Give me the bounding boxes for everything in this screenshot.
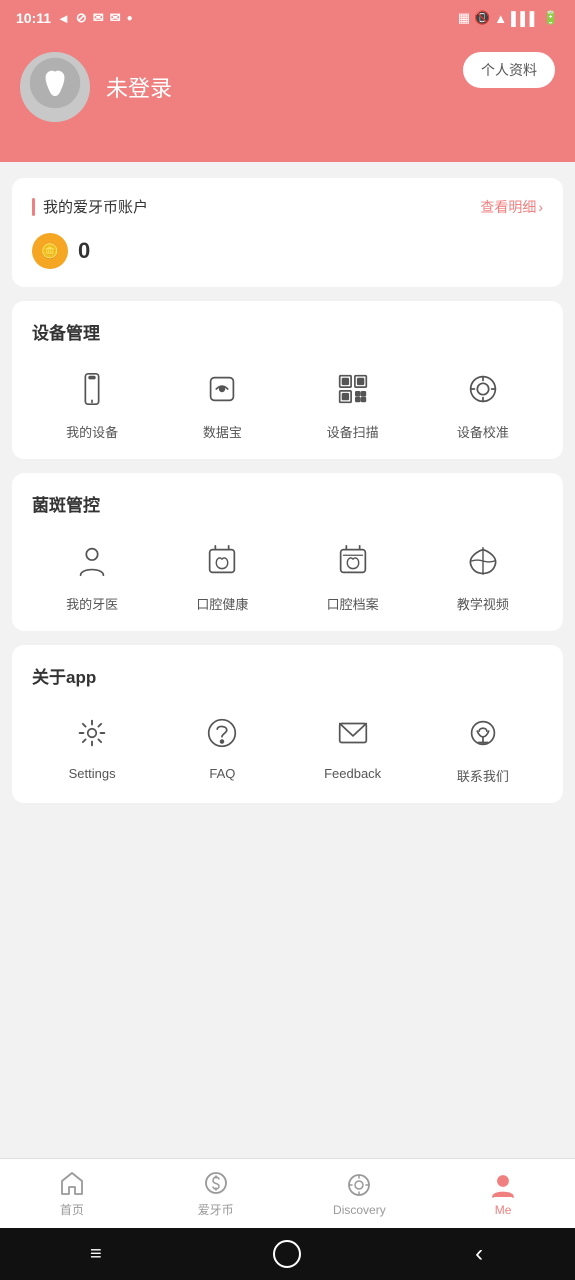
data-treasure-item[interactable]: 数据宝 bbox=[162, 364, 282, 441]
dot-icon: ● bbox=[127, 13, 133, 24]
my-device-label: 我的设备 bbox=[66, 422, 118, 441]
oral-health-icon bbox=[197, 536, 247, 586]
status-time: 10:11 bbox=[16, 10, 51, 26]
nav-coins-label: 爱牙币 bbox=[198, 1201, 234, 1218]
coin-symbol: 🪙 bbox=[41, 243, 58, 260]
profile-button[interactable]: 个人资料 bbox=[463, 52, 555, 88]
plaque-control-title: 菌斑管控 bbox=[32, 491, 543, 516]
signal-icon: ▌▌▌ bbox=[511, 11, 539, 26]
coins-nav-icon bbox=[202, 1169, 230, 1197]
main-content: 我的爱牙币账户 查看明细 › 🪙 0 设备管理 bbox=[0, 162, 575, 1158]
nav-discovery[interactable]: Discovery bbox=[288, 1159, 432, 1228]
device-management-card: 设备管理 我的设备 bbox=[12, 301, 563, 459]
mail-icon: ✉ bbox=[110, 10, 121, 26]
device-scan-item[interactable]: 设备扫描 bbox=[293, 364, 413, 441]
chevron-right-icon: › bbox=[538, 199, 543, 215]
discovery-nav-icon bbox=[345, 1171, 373, 1199]
avatar bbox=[20, 52, 90, 122]
view-detail-link[interactable]: 查看明细 › bbox=[480, 197, 543, 217]
me-nav-icon bbox=[489, 1171, 517, 1199]
device-management-grid: 我的设备 数据宝 bbox=[32, 364, 543, 441]
my-device-icon bbox=[67, 364, 117, 414]
oral-records-icon bbox=[328, 536, 378, 586]
plaque-control-grid: 我的牙医 口腔健康 bbox=[32, 536, 543, 613]
coin-icon: 🪙 bbox=[32, 233, 68, 269]
coin-title-text: 我的爱牙币账户 bbox=[43, 196, 148, 217]
oral-records-item[interactable]: 口腔档案 bbox=[293, 536, 413, 613]
wifi-icon: ▲ bbox=[494, 11, 507, 26]
coin-card-header: 我的爱牙币账户 查看明细 › bbox=[32, 196, 543, 217]
plaque-control-card: 菌斑管控 我的牙医 bbox=[12, 473, 563, 631]
settings-label: Settings bbox=[69, 766, 116, 781]
device-management-title: 设备管理 bbox=[32, 319, 543, 344]
contact-us-item[interactable]: 联系我们 bbox=[423, 708, 543, 785]
feedback-item[interactable]: Feedback bbox=[293, 708, 413, 785]
device-calibrate-label: 设备校准 bbox=[457, 422, 509, 441]
home-nav-icon bbox=[58, 1169, 86, 1197]
device-calibrate-item[interactable]: 设备校准 bbox=[423, 364, 543, 441]
settings-item[interactable]: Settings bbox=[32, 708, 152, 785]
my-device-item[interactable]: 我的设备 bbox=[32, 364, 152, 441]
username: 未登录 bbox=[106, 71, 172, 103]
battery-icon: 🔋 bbox=[543, 10, 559, 26]
nav-me-label: Me bbox=[495, 1203, 512, 1217]
back-icon: ‹ bbox=[475, 1240, 483, 1268]
faq-label: FAQ bbox=[209, 766, 235, 781]
blocked-icon: ⊘ bbox=[76, 10, 87, 26]
coin-title-bar bbox=[32, 198, 35, 216]
feedback-label: Feedback bbox=[324, 766, 381, 781]
location-icon: ◄ bbox=[57, 11, 70, 26]
contact-us-icon bbox=[458, 708, 508, 758]
faq-icon bbox=[197, 708, 247, 758]
nav-me[interactable]: Me bbox=[431, 1159, 575, 1228]
coin-account-card: 我的爱牙币账户 查看明细 › 🪙 0 bbox=[12, 178, 563, 287]
device-calibrate-icon bbox=[458, 364, 508, 414]
coin-amount: 0 bbox=[78, 238, 90, 264]
my-dentist-icon bbox=[67, 536, 117, 586]
device-scan-label: 设备扫描 bbox=[327, 422, 379, 441]
settings-icon bbox=[67, 708, 117, 758]
coin-display: 🪙 0 bbox=[32, 233, 543, 269]
system-back-button[interactable]: ‹ bbox=[459, 1234, 499, 1274]
faq-item[interactable]: FAQ bbox=[162, 708, 282, 785]
system-nav: ≡ ‹ bbox=[0, 1228, 575, 1280]
nav-home-label: 首页 bbox=[60, 1201, 84, 1218]
spacer bbox=[12, 817, 563, 837]
call-icon: 📵 bbox=[474, 10, 490, 26]
data-treasure-label: 数据宝 bbox=[203, 422, 242, 441]
contact-us-label: 联系我们 bbox=[457, 766, 509, 785]
tutorial-videos-icon bbox=[458, 536, 508, 586]
circle-home-icon bbox=[273, 1240, 301, 1268]
my-dentist-label: 我的牙医 bbox=[66, 594, 118, 613]
tutorial-videos-label: 教学视频 bbox=[457, 594, 509, 613]
oral-health-label: 口腔健康 bbox=[196, 594, 248, 613]
view-detail-text: 查看明细 bbox=[480, 197, 536, 217]
vibrate-icon: ▦ bbox=[458, 10, 470, 26]
about-app-card: 关于app Settings bbox=[12, 645, 563, 803]
device-scan-icon bbox=[328, 364, 378, 414]
status-bar-right: ▦ 📵 ▲ ▌▌▌ 🔋 bbox=[458, 10, 559, 26]
data-treasure-icon bbox=[197, 364, 247, 414]
oral-records-label: 口腔档案 bbox=[327, 594, 379, 613]
tutorial-videos-item[interactable]: 教学视频 bbox=[423, 536, 543, 613]
system-home-button[interactable] bbox=[267, 1234, 307, 1274]
system-menu-button[interactable]: ≡ bbox=[76, 1234, 116, 1274]
coin-card-title: 我的爱牙币账户 bbox=[32, 196, 148, 217]
about-app-grid: Settings FAQ bbox=[32, 708, 543, 785]
nav-coins[interactable]: 爱牙币 bbox=[144, 1159, 288, 1228]
bottom-nav: 首页 爱牙币 Discovery Me bbox=[0, 1158, 575, 1228]
email-icon: ✉ bbox=[93, 10, 104, 26]
status-bar-left: 10:11 ◄ ⊘ ✉ ✉ ● bbox=[16, 10, 133, 26]
menu-icon: ≡ bbox=[90, 1243, 102, 1266]
about-app-title: 关于app bbox=[32, 663, 543, 688]
feedback-icon bbox=[328, 708, 378, 758]
status-bar: 10:11 ◄ ⊘ ✉ ✉ ● ▦ 📵 ▲ ▌▌▌ 🔋 bbox=[0, 0, 575, 36]
header: 个人资料 未登录 bbox=[0, 36, 575, 162]
my-dentist-item[interactable]: 我的牙医 bbox=[32, 536, 152, 613]
nav-home[interactable]: 首页 bbox=[0, 1159, 144, 1228]
avatar-icon bbox=[28, 56, 82, 119]
nav-discovery-label: Discovery bbox=[333, 1203, 386, 1217]
oral-health-item[interactable]: 口腔健康 bbox=[162, 536, 282, 613]
